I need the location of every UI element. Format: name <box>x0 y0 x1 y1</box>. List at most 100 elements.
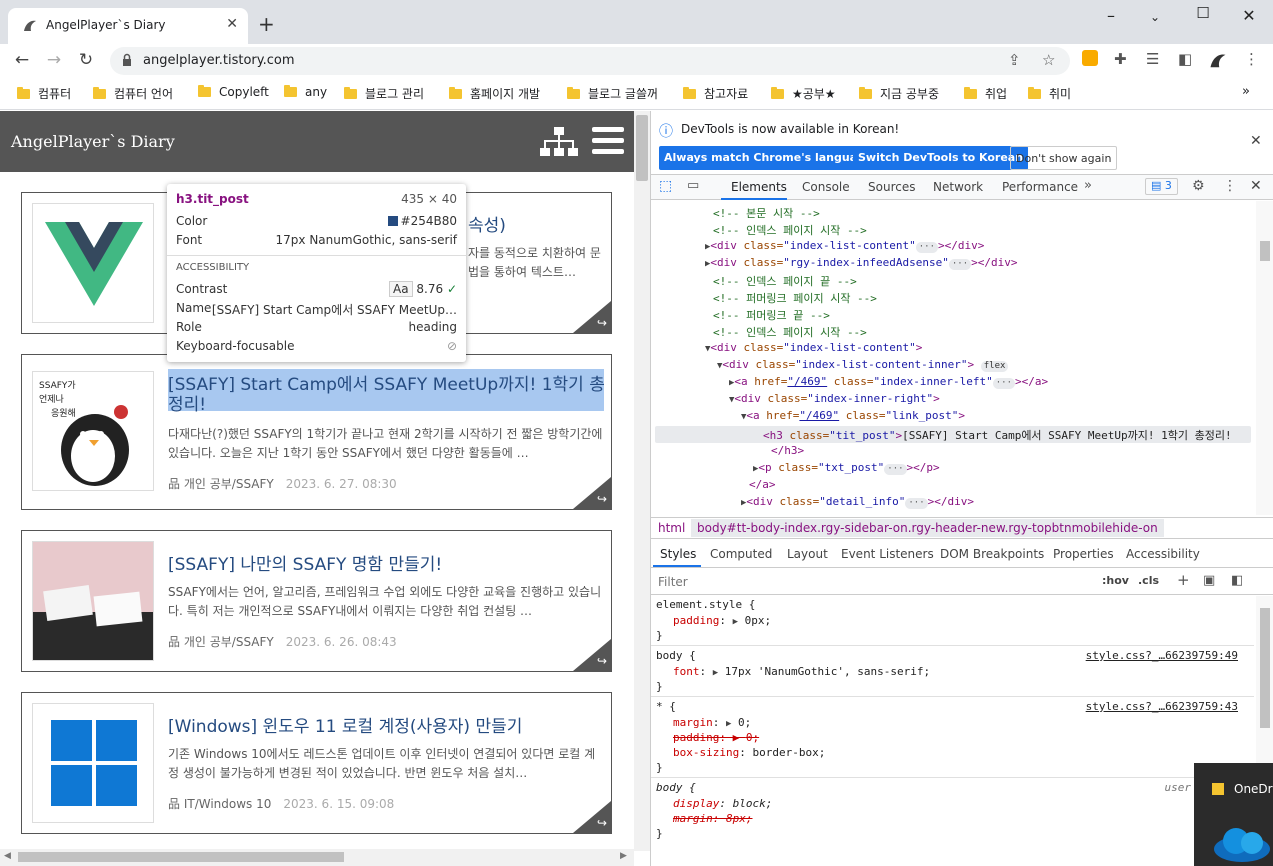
post-card[interactable]: [SSAFY] 나만의 SSAFY 명함 만들기! SSAFY에서는 언어, 알… <box>21 530 612 672</box>
dom-scrollbar[interactable] <box>1256 201 1273 515</box>
breadcrumb-html[interactable]: html <box>658 521 685 535</box>
bookmark-folder[interactable]: any <box>284 85 327 99</box>
dom-node[interactable]: </h3> <box>771 444 1254 461</box>
dom-node[interactable]: ▼<div class="index-inner-right"> <box>729 392 1254 409</box>
inspect-element-icon[interactable]: ⬚ <box>659 178 672 194</box>
bookmark-star-icon[interactable]: ☆ <box>1042 51 1055 69</box>
ellipsis-badge[interactable]: ··· <box>948 259 972 270</box>
url-text[interactable]: angelplayer.tistory.com <box>143 53 295 68</box>
rule-selector[interactable]: element.style { <box>656 598 755 611</box>
post-title[interactable]: [Windows] 윈도우 11 로컬 계정(사용자) 만들기 <box>168 712 522 737</box>
bookmark-folder[interactable]: 컴퓨터 <box>17 85 71 102</box>
rule-selector[interactable]: body { <box>656 781 696 794</box>
close-window-icon[interactable]: ✕ <box>1234 6 1264 25</box>
breadcrumb-body[interactable]: body#tt-body-index.rgy-sidebar-on.rgy-he… <box>691 519 1164 537</box>
tab-styles[interactable]: Styles <box>660 547 696 561</box>
reload-icon[interactable]: ↻ <box>74 50 98 70</box>
media-queue-icon[interactable]: ☰ <box>1146 50 1159 68</box>
dom-node[interactable]: ▶<p class="txt_post" ··· ></p> <box>753 461 1254 478</box>
new-style-rule-icon[interactable]: + <box>1177 571 1190 589</box>
bookmark-folder[interactable]: Copyleft <box>198 85 269 99</box>
scrollbar-thumb[interactable] <box>636 115 648 181</box>
rule-selector[interactable]: body { <box>656 649 696 662</box>
tab-layout[interactable]: Layout <box>787 547 828 561</box>
post-title[interactable]: [SSAFY] 나만의 SSAFY 명함 만들기! <box>168 550 442 575</box>
dom-node[interactable]: ▶<div class="rgy-index-infeedAdsense" ···… <box>705 256 1254 273</box>
issues-badge[interactable]: ▤ 3 <box>1145 178 1178 195</box>
dom-node[interactable]: </a> <box>749 478 1254 495</box>
address-bar[interactable]: angelplayer.tistory.com ⇪ ☆ <box>110 47 1070 75</box>
scrollbar-thumb[interactable] <box>18 852 344 862</box>
bookmark-folder[interactable]: 취업 <box>964 85 1007 102</box>
dom-node[interactable]: <!-- 퍼머링크 끝 --> <box>713 307 1254 324</box>
post-category[interactable]: 개인 공부/SSAFY <box>184 477 274 491</box>
switch-korean-button[interactable]: Switch DevTools to Korean <box>853 146 1029 170</box>
hov-toggle[interactable]: :hov <box>1102 574 1129 587</box>
post-title[interactable]: [SSAFY] Start Camp에서 SSAFY MeetUp까지! 1학기… <box>168 370 605 395</box>
tab-accessibility[interactable]: Accessibility <box>1126 547 1200 561</box>
close-tab-icon[interactable]: ✕ <box>226 16 238 32</box>
dom-node[interactable]: ▼<div class="index-list-content"> <box>705 341 1254 358</box>
dom-node[interactable]: <!-- 인덱스 페이지 시작 --> <box>713 222 1254 239</box>
ellipsis-badge[interactable]: ··· <box>915 242 939 253</box>
blog-name[interactable]: AngelPlayer`s Diary <box>11 132 175 151</box>
bookmark-folder[interactable]: 컴퓨터 언어 <box>93 85 173 102</box>
forward-icon[interactable]: → <box>42 50 66 70</box>
extensions-puzzle-icon[interactable]: ✚ <box>1114 50 1127 68</box>
tab-network[interactable]: Network <box>933 180 983 194</box>
bookmark-folder[interactable]: 홈페이지 개발 <box>449 85 540 102</box>
dom-node[interactable]: ▶<a href="/469" class="index-inner-left"… <box>729 375 1254 392</box>
scroll-right-icon[interactable]: ▶ <box>620 851 627 861</box>
devtools-menu-icon[interactable]: ⋮ <box>1223 178 1237 194</box>
bookmark-folder[interactable]: 블로그 글쓸꺼 <box>567 85 658 102</box>
browser-tab[interactable]: AngelPlayer`s Diary ✕ <box>8 8 248 44</box>
rule-declaration[interactable]: padding: ▶ 0px; <box>673 614 771 627</box>
onedrive-popup[interactable]: OneDri <box>1194 763 1273 866</box>
tab-dom-breakpoints[interactable]: DOM Breakpoints <box>940 547 1044 561</box>
hamburger-menu-icon[interactable] <box>592 127 624 155</box>
rule-declaration[interactable]: font: ▶ 17px 'NanumGothic', sans-serif; <box>673 665 930 678</box>
dom-node[interactable]: ▼<a href="/469" class="link_post"> <box>741 409 1254 426</box>
side-panel-icon[interactable]: ◧ <box>1178 50 1192 68</box>
dom-node[interactable]: ▶<div class="detail_info" ··· ></div> <box>741 495 1254 512</box>
flex-badge[interactable]: flex <box>980 361 1009 372</box>
close-banner-icon[interactable]: ✕ <box>1250 133 1262 149</box>
rule-source-link[interactable]: style.css?_…66239759:49 <box>1086 649 1238 662</box>
dom-node[interactable]: ▼<div class="index-list-content-inner"> … <box>717 358 1254 375</box>
scrollbar-thumb[interactable] <box>1260 241 1270 261</box>
sitemap-icon[interactable] <box>540 127 578 157</box>
rule-source-link[interactable]: style.css?_…66239759:43 <box>1086 700 1238 713</box>
dom-node[interactable]: <!-- 인덱스 페이지 끝 --> <box>713 273 1254 290</box>
rule-declaration[interactable]: display: block; <box>673 797 772 810</box>
dont-show-again-button[interactable]: Don't show again <box>1010 146 1118 170</box>
post-title-line2[interactable]: 정리! <box>168 390 206 415</box>
bookmark-folder[interactable]: ★공부★ <box>771 85 836 102</box>
dom-node[interactable]: ▶<div class="index-list-content" ··· ></di… <box>705 239 1254 256</box>
dom-node[interactable]: <!-- 인덱스 페이지 시작 --> <box>713 324 1254 341</box>
rule-declaration[interactable]: box-sizing: border-box; <box>673 746 825 759</box>
ellipsis-badge[interactable]: ··· <box>905 498 928 509</box>
bookmark-folder[interactable]: 참고자료 <box>683 85 748 102</box>
bookmark-folder[interactable]: 지금 공부중 <box>859 85 939 102</box>
computed-styles-toggle-icon[interactable]: ▣ <box>1203 573 1215 588</box>
styles-filter-input[interactable] <box>655 572 1091 591</box>
menu-kebab-icon[interactable]: ⋮ <box>1244 50 1259 68</box>
scrollbar-thumb[interactable] <box>1260 608 1270 728</box>
dom-node[interactable]: <!-- 퍼머링크 페이지 시작 --> <box>713 290 1254 307</box>
dom-node[interactable]: <!-- 본문 시작 --> <box>713 205 1254 222</box>
bookmark-folder[interactable]: 블로그 관리 <box>344 85 424 102</box>
blog-horizontal-scrollbar[interactable]: ◀ ▶ <box>0 849 634 866</box>
tab-sources[interactable]: Sources <box>868 180 915 194</box>
dom-node-selected[interactable]: <h3 class="tit_post">[SSAFY] Start Camp에… <box>763 427 1254 444</box>
always-match-language-button[interactable]: Always match Chrome's language <box>659 146 878 170</box>
post-card[interactable]: [Windows] 윈도우 11 로컬 계정(사용자) 만들기 기존 Windo… <box>21 692 612 834</box>
post-title[interactable]: 속성) <box>468 211 506 236</box>
tab-console[interactable]: Console <box>802 180 850 194</box>
post-card[interactable]: SSAFY가 언제나 응원해 [SSAFY] Start Camp에서 SSAF… <box>21 354 612 510</box>
close-devtools-icon[interactable]: ✕ <box>1250 178 1262 194</box>
rule-declaration[interactable]: margin: ▶ 0; <box>673 716 751 729</box>
more-tabs-icon[interactable]: » <box>1084 178 1092 193</box>
rule-selector[interactable]: * { <box>656 700 676 713</box>
bookmark-folder[interactable]: 취미 <box>1028 85 1071 102</box>
scroll-left-icon[interactable]: ◀ <box>4 851 11 861</box>
